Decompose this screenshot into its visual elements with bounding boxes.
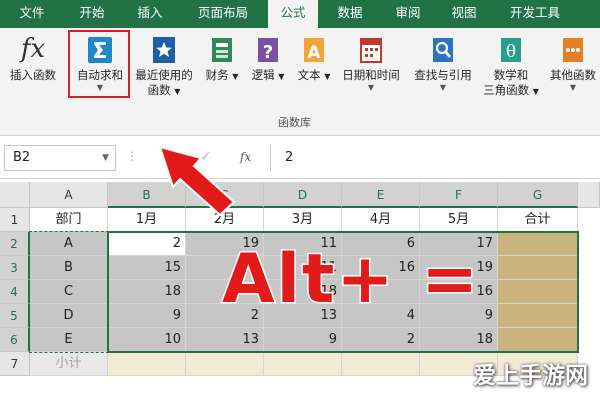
watermark: 爱上手游网 xyxy=(473,363,588,389)
annotation-arrow xyxy=(158,145,236,217)
shortcut-overlay: Alt+ = xyxy=(220,239,481,321)
red-arrow-icon xyxy=(158,145,236,217)
